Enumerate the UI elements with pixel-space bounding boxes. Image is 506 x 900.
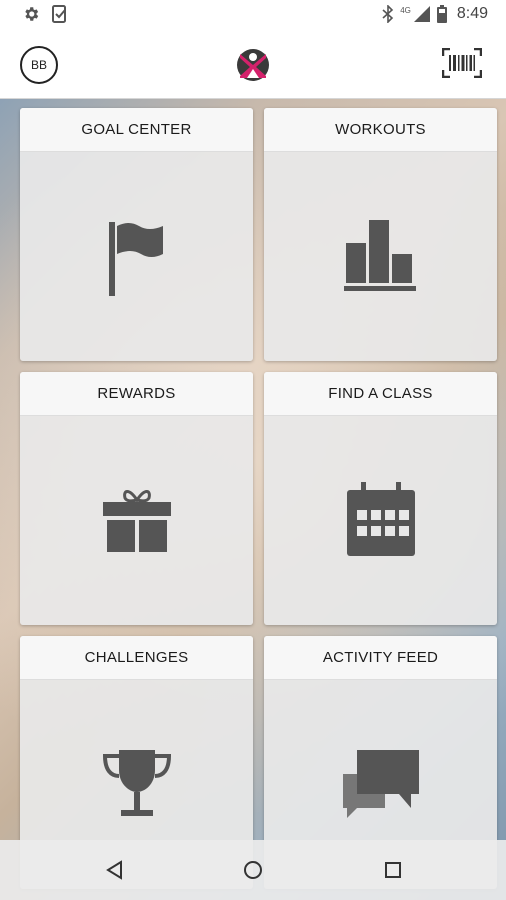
tile-title: GOAL CENTER [20,108,253,152]
avatar[interactable]: BB [20,46,58,84]
signal-icon [413,6,430,22]
system-nav-bar [0,840,506,900]
home-button[interactable] [241,858,265,882]
flag-icon [108,222,163,296]
tile-title: WORKOUTS [264,108,497,152]
back-button[interactable] [102,858,126,882]
tile-rewards[interactable]: REWARDS [20,372,253,625]
recents-icon [385,862,401,878]
clock: 8:49 [456,5,488,22]
task-clipboard-icon [52,5,66,23]
tile-workouts[interactable]: WORKOUTS [264,108,497,361]
home-icon [244,861,262,879]
app-bar: BB [0,32,506,99]
bluetooth-icon [382,5,394,23]
chat-bubbles-icon [342,750,419,818]
recents-button[interactable] [381,858,405,882]
tile-title: FIND A CLASS [264,372,497,416]
bar-chart-icon [343,220,416,291]
tile-title: REWARDS [20,372,253,416]
tile-title: ACTIVITY FEED [264,636,497,680]
back-icon [106,860,122,880]
status-bar: 4G 8:49 [0,0,506,32]
app-logo [237,49,269,81]
barcode-scan-icon[interactable] [442,48,482,78]
tile-find-a-class[interactable]: FIND A CLASS [264,372,497,625]
tile-goal-center[interactable]: GOAL CENTER [20,108,253,361]
calendar-icon [346,482,415,556]
trophy-icon [102,750,171,816]
settings-gear-icon [25,7,39,21]
network-type-label: 4G [400,5,411,15]
tile-title: CHALLENGES [20,636,253,680]
battery-icon [436,5,447,23]
gift-icon [102,490,171,552]
avatar-initials: BB [30,58,47,72]
